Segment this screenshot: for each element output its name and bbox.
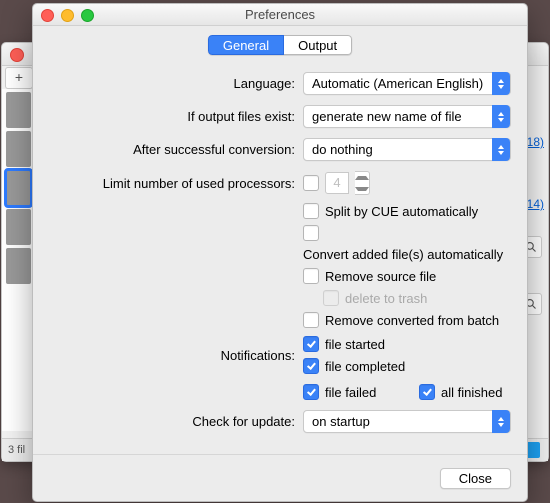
- file-failed-checkbox[interactable]: [303, 384, 319, 400]
- stepper-up-icon[interactable]: [355, 172, 369, 183]
- window-title: Preferences: [245, 7, 315, 22]
- status-text: 3 fil: [8, 444, 25, 456]
- chevron-updown-icon: [492, 72, 510, 95]
- label-after-conversion: After successful conversion:: [33, 142, 303, 157]
- language-select[interactable]: Automatic (American English): [303, 72, 511, 95]
- label-limit-processors: Limit number of used processors:: [33, 176, 303, 191]
- if-output-select[interactable]: generate new name of file: [303, 105, 511, 128]
- window-controls: [41, 9, 94, 22]
- file-completed-label: file completed: [325, 359, 405, 374]
- check-update-select[interactable]: on startup: [303, 410, 511, 433]
- dialog-footer: Close: [33, 454, 527, 501]
- tab-bar: General Output: [33, 35, 527, 55]
- sidebar-thumb-selected[interactable]: [6, 170, 31, 206]
- delete-trash-label: delete to trash: [345, 291, 427, 306]
- remove-source-label: Remove source file: [325, 269, 436, 284]
- check-update-value: on startup: [312, 414, 370, 429]
- label-language: Language:: [33, 76, 303, 91]
- sidebar-thumb[interactable]: [6, 209, 31, 245]
- split-cue-label: Split by CUE automatically: [325, 204, 478, 219]
- file-started-checkbox[interactable]: [303, 336, 319, 352]
- label-notifications: Notifications:: [33, 348, 303, 363]
- close-button[interactable]: Close: [440, 468, 511, 489]
- label-check-update: Check for update:: [33, 414, 303, 429]
- sidebar-thumb[interactable]: [6, 248, 31, 284]
- remove-batch-label: Remove converted from batch: [325, 313, 499, 328]
- file-completed-checkbox[interactable]: [303, 358, 319, 374]
- delete-trash-checkbox: [323, 290, 339, 306]
- tab-general[interactable]: General: [208, 35, 284, 55]
- close-icon[interactable]: [41, 9, 54, 22]
- file-started-label: file started: [325, 337, 385, 352]
- remove-source-checkbox[interactable]: [303, 268, 319, 284]
- limit-processors-checkbox[interactable]: [303, 175, 319, 191]
- form-area: Language: Automatic (American English) I…: [33, 67, 527, 438]
- processors-input[interactable]: 4: [325, 172, 349, 194]
- after-conversion-select[interactable]: do nothing: [303, 138, 511, 161]
- language-value: Automatic (American English): [312, 76, 483, 91]
- after-conversion-value: do nothing: [312, 142, 373, 157]
- processors-stepper[interactable]: [355, 171, 370, 195]
- remove-batch-checkbox[interactable]: [303, 312, 319, 328]
- background-link[interactable]: 18): [527, 135, 544, 149]
- stepper-down-icon[interactable]: [355, 183, 369, 194]
- sidebar-thumb[interactable]: [6, 92, 31, 128]
- titlebar: Preferences: [33, 4, 527, 26]
- split-cue-checkbox[interactable]: [303, 203, 319, 219]
- all-finished-checkbox[interactable]: [419, 384, 435, 400]
- label-if-output: If output files exist:: [33, 109, 303, 124]
- preferences-dialog: Preferences General Output Language: Aut…: [32, 3, 528, 502]
- if-output-value: generate new name of file: [312, 109, 462, 124]
- zoom-icon[interactable]: [81, 9, 94, 22]
- chevron-updown-icon: [492, 105, 510, 128]
- file-failed-label: file failed: [325, 385, 376, 400]
- tab-output[interactable]: Output: [284, 35, 352, 55]
- all-finished-label: all finished: [441, 385, 502, 400]
- convert-auto-checkbox[interactable]: [303, 225, 319, 241]
- background-close-icon[interactable]: [10, 48, 24, 62]
- convert-auto-label: Convert added file(s) automatically: [303, 247, 503, 262]
- background-sidebar: [2, 89, 36, 431]
- minimize-icon[interactable]: [61, 9, 74, 22]
- background-link[interactable]: 14): [527, 197, 544, 211]
- sidebar-thumb[interactable]: [6, 131, 31, 167]
- add-button[interactable]: +: [5, 67, 33, 89]
- chevron-updown-icon: [492, 410, 510, 433]
- chevron-updown-icon: [492, 138, 510, 161]
